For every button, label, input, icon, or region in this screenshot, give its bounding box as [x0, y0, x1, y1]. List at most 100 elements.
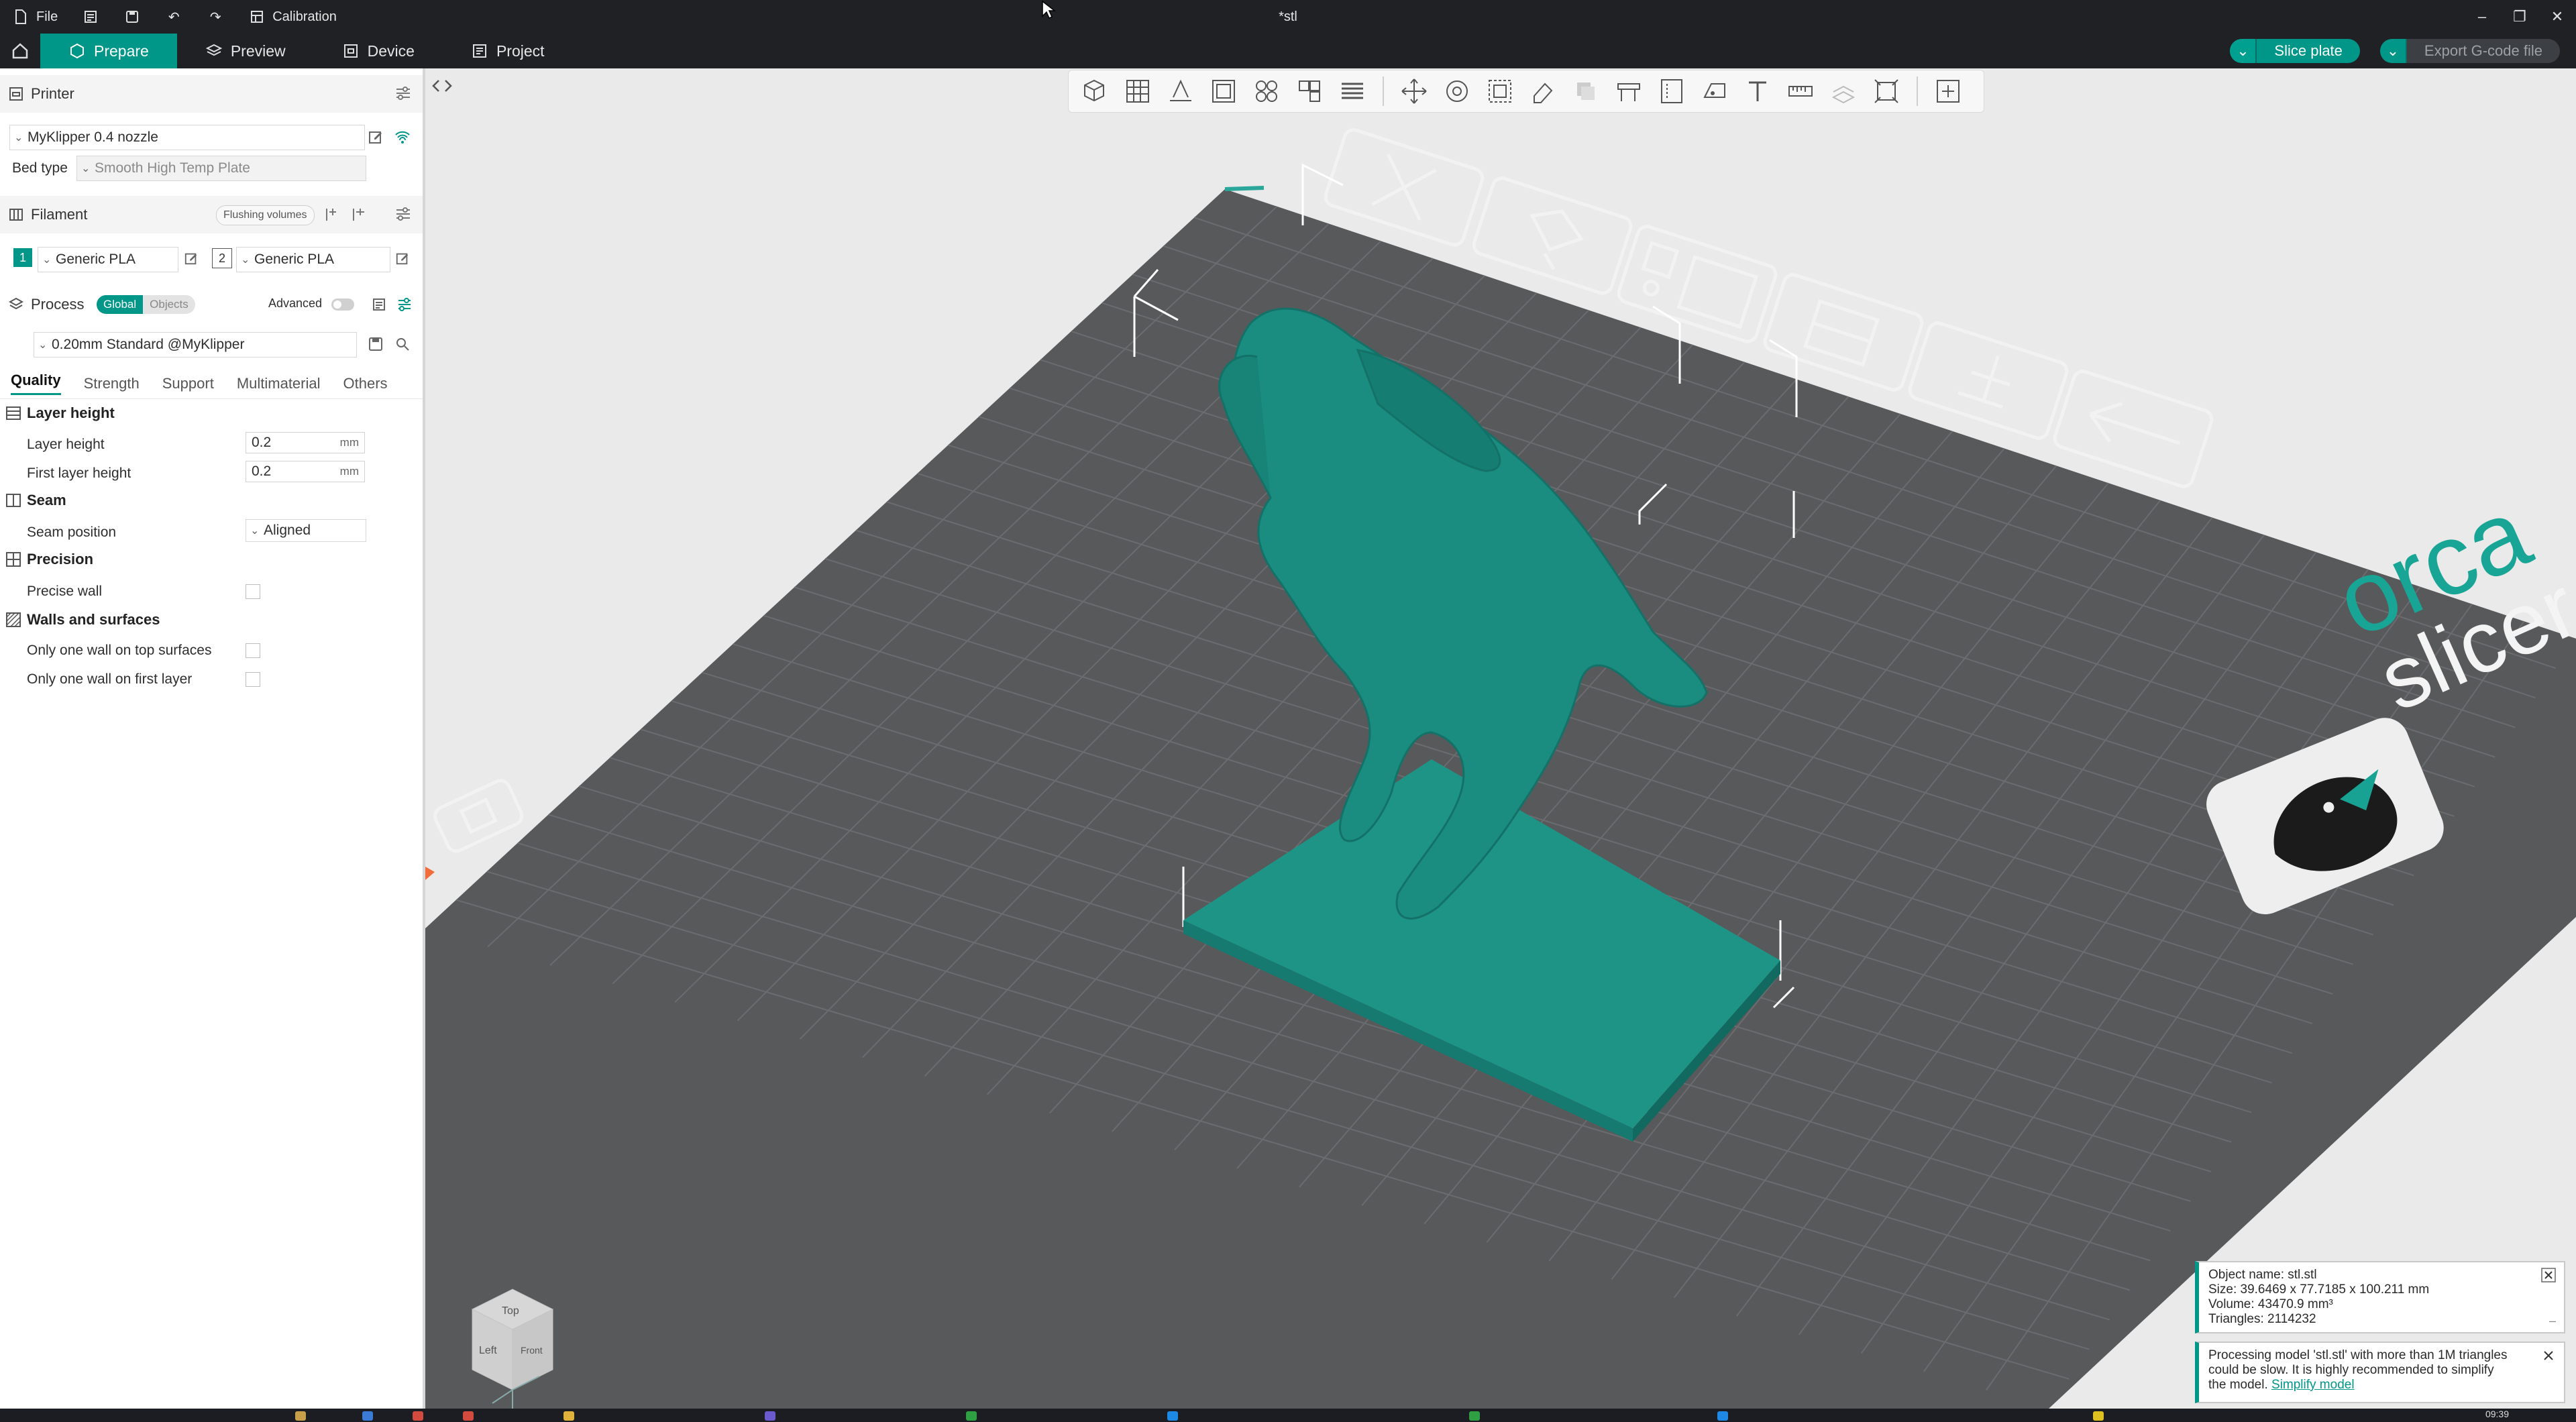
process-settings-icon[interactable] — [394, 294, 415, 315]
close-icon[interactable] — [2541, 1268, 2557, 1284]
support-painting-tool[interactable] — [1654, 73, 1690, 109]
precise-wall-checkbox[interactable] — [246, 584, 260, 599]
lay-on-face-tool[interactable] — [1525, 73, 1561, 109]
first-layer-height-input[interactable]: 0.2 mm — [246, 461, 365, 482]
tab-project[interactable]: Project — [443, 34, 573, 68]
printer-name: MyKlipper 0.4 nozzle — [28, 129, 158, 145]
slice-plate-button[interactable]: ⌄ Slice plate — [2230, 39, 2360, 63]
taskbar-app-icon[interactable] — [1717, 1411, 1728, 1421]
restore-button[interactable]: ❐ — [2501, 0, 2538, 34]
scope-global[interactable]: Global — [97, 295, 144, 314]
minimize-button[interactable]: – — [2463, 0, 2501, 34]
assembly-tool[interactable] — [1825, 73, 1862, 109]
simplify-model-link[interactable]: Simplify model — [2271, 1378, 2355, 1392]
save-button[interactable] — [111, 0, 153, 34]
home-button[interactable] — [0, 34, 40, 68]
flushing-volumes-button[interactable]: Flushing volumes — [216, 205, 315, 225]
orient-icon — [1170, 79, 1191, 101]
taskbar-app-icon[interactable] — [1469, 1411, 1480, 1421]
printer-settings-icon[interactable] — [394, 85, 413, 103]
taskbar-app-icon[interactable] — [2093, 1411, 2104, 1421]
add-plate-tool[interactable] — [1120, 73, 1156, 109]
auto-orient-tool[interactable] — [1163, 73, 1199, 109]
redo-icon: ↷ — [209, 9, 221, 25]
redo-button[interactable]: ↷ — [195, 0, 236, 34]
scope-objects[interactable]: Objects — [143, 295, 195, 314]
cut-tool[interactable] — [1568, 73, 1604, 109]
subtab-multimaterial[interactable]: Multimaterial — [237, 375, 321, 392]
close-window-button[interactable]: ✕ — [2538, 0, 2576, 34]
compare-icon[interactable] — [369, 294, 389, 315]
save-preset-button[interactable] — [366, 334, 386, 354]
process-preset-select[interactable]: ⌄ 0.20mm Standard @MyKlipper — [34, 332, 357, 358]
chevron-down-icon[interactable]: ⌄ — [2379, 39, 2407, 63]
one-wall-top-checkbox[interactable] — [246, 643, 260, 658]
move-icon — [1401, 78, 1427, 104]
edit-filament-2-button[interactable] — [392, 248, 413, 268]
undo-button[interactable]: ↶ — [153, 0, 195, 34]
printer-select[interactable]: ⌄ MyKlipper 0.4 nozzle — [9, 125, 365, 150]
bounding-box-tool[interactable] — [1868, 73, 1904, 109]
text-tool[interactable] — [1739, 73, 1776, 109]
subtab-others[interactable]: Others — [343, 375, 388, 392]
filament-2-select[interactable]: ⌄ Generic PLA — [236, 247, 390, 272]
rotate-tool[interactable] — [1439, 73, 1475, 109]
subtab-support[interactable]: Support — [162, 375, 214, 392]
tab-prepare[interactable]: Prepare — [40, 34, 177, 68]
layer-height-input[interactable]: 0.2 mm — [246, 432, 365, 453]
taskbar-app-icon[interactable] — [463, 1411, 474, 1421]
taskbar-app-icon[interactable] — [1167, 1411, 1178, 1421]
tab-device[interactable]: Device — [314, 34, 443, 68]
expand-tool[interactable] — [1930, 73, 1966, 109]
collapse-sidebar-icon[interactable] — [432, 80, 452, 92]
minimize-icon[interactable]: – — [2549, 1314, 2556, 1328]
filament-1-select[interactable]: ⌄ Generic PLA — [38, 247, 178, 272]
tab-preview[interactable]: Preview — [177, 34, 314, 68]
taskbar-app-icon[interactable] — [295, 1411, 306, 1421]
build-plate-scene[interactable]: orca slicer Top Left Front — [425, 68, 2576, 1409]
one-wall-first-checkbox[interactable] — [246, 672, 260, 687]
mesh-boolean-tool[interactable] — [1611, 73, 1647, 109]
calibration-menu[interactable]: Calibration — [236, 0, 349, 34]
split-parts-tool[interactable] — [1291, 73, 1328, 109]
tab-project-label: Project — [496, 42, 545, 60]
file-menu[interactable]: File — [0, 0, 70, 34]
object-info-panel: Object name: stl.stl Size: 39.6469 x 77.… — [2195, 1261, 2565, 1333]
subtab-strength[interactable]: Strength — [84, 375, 140, 392]
process-section-title: Process — [31, 296, 85, 313]
filament-settings-icon[interactable] — [394, 205, 413, 224]
save-icon — [369, 337, 382, 351]
remove-filament-icon[interactable] — [349, 205, 369, 225]
measure-tool[interactable] — [1782, 73, 1819, 109]
edit-filament-1-button[interactable] — [181, 248, 201, 268]
subtab-quality[interactable]: Quality — [11, 372, 61, 395]
file-menu-label: File — [36, 9, 58, 24]
seam-painting-tool[interactable] — [1697, 73, 1733, 109]
export-gcode-button[interactable]: ⌄ Export G-code file — [2379, 39, 2560, 63]
warning-line-1: Processing model 'stl.stl' with more tha… — [2208, 1348, 2508, 1362]
add-filament-icon[interactable] — [322, 205, 342, 225]
3d-viewport[interactable]: orca slicer Top Left Front — [425, 68, 2576, 1409]
frame-icon — [1874, 79, 1898, 103]
scale-tool[interactable] — [1482, 73, 1518, 109]
seam-position-select[interactable]: ⌄ Aligned — [246, 519, 366, 542]
taskbar-app-icon[interactable] — [413, 1411, 423, 1421]
search-settings-button[interactable] — [392, 334, 413, 354]
arrange-tool[interactable] — [1205, 73, 1242, 109]
wifi-button[interactable] — [392, 127, 413, 147]
add-object-tool[interactable] — [1077, 73, 1113, 109]
process-scope-toggle[interactable]: Global Objects — [97, 295, 195, 314]
taskbar-app-icon[interactable] — [362, 1411, 373, 1421]
bed-type-select[interactable]: ⌄ Smooth High Temp Plate — [76, 156, 366, 181]
close-icon[interactable] — [2541, 1348, 2557, 1364]
split-objects-tool[interactable] — [1248, 73, 1285, 109]
edit-printer-button[interactable] — [366, 127, 386, 147]
open-button[interactable] — [70, 0, 111, 34]
chevron-down-icon[interactable]: ⌄ — [2230, 39, 2257, 63]
taskbar-app-icon[interactable] — [564, 1411, 574, 1421]
taskbar-app-icon[interactable] — [765, 1411, 775, 1421]
layers-tool[interactable] — [1334, 73, 1371, 109]
taskbar-app-icon[interactable] — [966, 1411, 977, 1421]
move-tool[interactable] — [1396, 73, 1432, 109]
advanced-toggle[interactable] — [331, 298, 354, 311]
